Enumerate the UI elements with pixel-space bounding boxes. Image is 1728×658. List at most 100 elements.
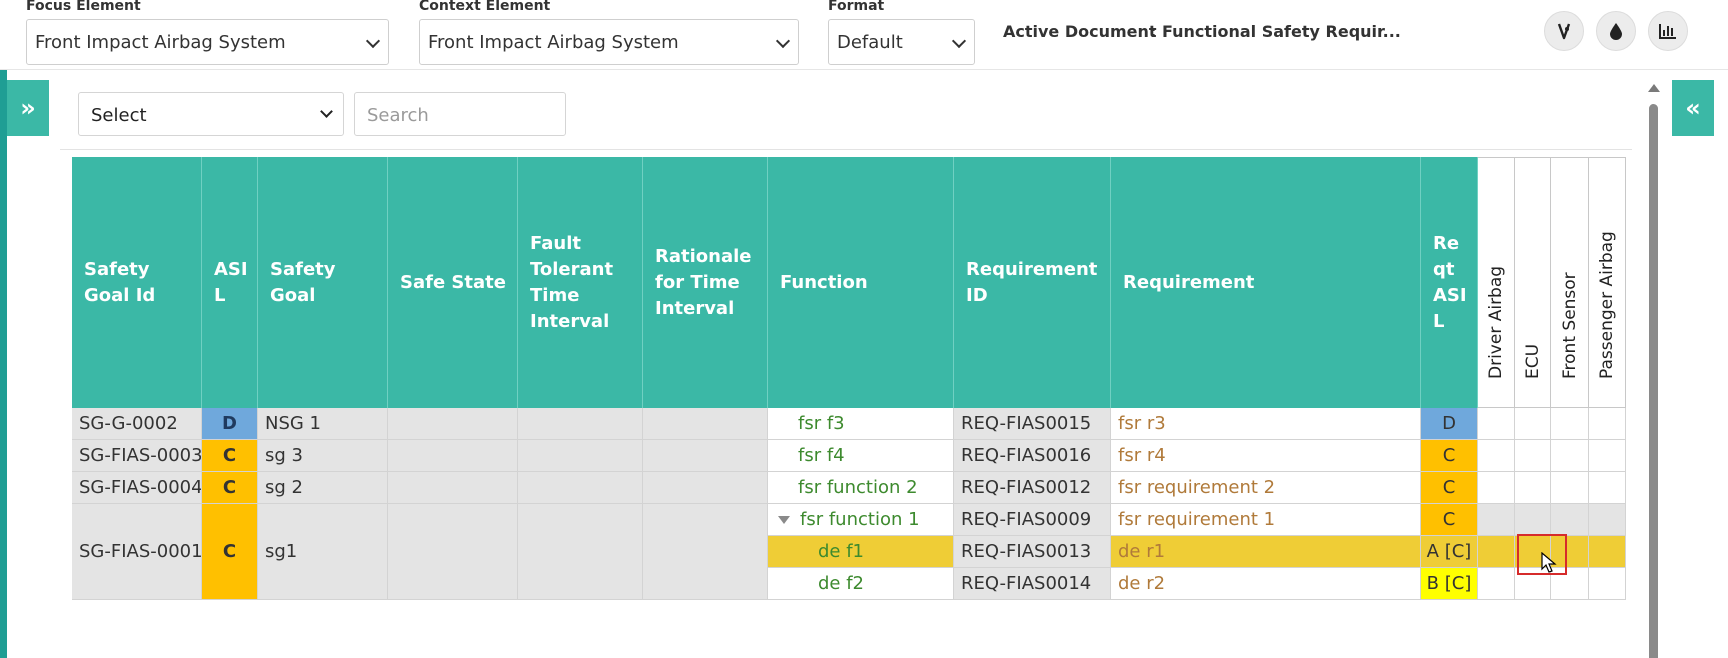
allocation-cell-front-sensor[interactable]	[1551, 440, 1589, 472]
table-cell-requirement-id[interactable]: REQ-FIAS0016	[954, 440, 1111, 472]
collapse-triangle-icon[interactable]	[778, 515, 790, 524]
table-cell-safety-goal[interactable]: sg 3	[258, 440, 388, 472]
table-cell-safety-goal-id[interactable]: SG-FIAS-0001	[72, 504, 202, 600]
table-cell-reqt-asil[interactable]: C	[1421, 440, 1478, 472]
table-cell-asil[interactable]: C	[202, 440, 258, 472]
table-cell-reqt-asil[interactable]: C	[1421, 472, 1478, 504]
table-cell-ftti[interactable]	[518, 408, 643, 440]
table-cell-requirement[interactable]: fsr requirement 2	[1111, 472, 1421, 504]
table-cell-safe-state[interactable]	[388, 472, 518, 504]
table-cell-requirement[interactable]: fsr r4	[1111, 440, 1421, 472]
allocation-cell-passenger-airbag[interactable]	[1589, 408, 1626, 440]
table-cell-requirement[interactable]: fsr requirement 1	[1111, 504, 1421, 536]
allocation-cell-passenger-airbag[interactable]	[1589, 472, 1626, 504]
allocation-cell-driver-airbag[interactable]	[1478, 408, 1515, 440]
table-cell-requirement-id[interactable]: REQ-FIAS0012	[954, 472, 1111, 504]
header-passenger-airbag[interactable]: Passenger Airbag	[1589, 157, 1626, 408]
context-element-select[interactable]: Front Impact Airbag System	[419, 19, 799, 65]
allocation-cell-front-sensor[interactable]	[1551, 472, 1589, 504]
search-input[interactable]: Search	[354, 92, 566, 136]
allocation-cell-front-sensor[interactable]	[1551, 504, 1589, 536]
table-cell-function[interactable]: de f2	[768, 568, 954, 600]
table-cell-safety-goal[interactable]: sg 2	[258, 472, 388, 504]
double-chevron-left-icon: «	[1685, 94, 1701, 122]
chevron-down-icon	[951, 33, 967, 49]
table-cell-requirement-id[interactable]: REQ-FIAS0013	[954, 536, 1111, 568]
table-cell-function[interactable]: fsr function 2	[768, 472, 954, 504]
allocation-cell-driver-airbag[interactable]	[1478, 440, 1515, 472]
drop-button[interactable]	[1596, 11, 1636, 51]
table-cell-asil[interactable]: D	[202, 408, 258, 440]
table-cell-reqt-asil[interactable]: D	[1421, 408, 1478, 440]
table-cell-reqt-asil[interactable]: B [C]	[1421, 568, 1478, 600]
header-safety-goal-id[interactable]: Safety Goal Id	[72, 157, 202, 408]
table-cell-safe-state[interactable]	[388, 504, 518, 600]
filter-select[interactable]: Select	[78, 92, 344, 136]
table-cell-asil[interactable]: C	[202, 504, 258, 600]
table-cell-safe-state[interactable]	[388, 408, 518, 440]
table-cell-rationale[interactable]	[643, 472, 768, 504]
table-cell-requirement-id[interactable]: REQ-FIAS0015	[954, 408, 1111, 440]
header-reqt-asil[interactable]: Re qt ASI L	[1421, 157, 1478, 408]
chevron-down-icon	[775, 33, 791, 49]
allocation-cell-driver-airbag[interactable]	[1478, 504, 1515, 536]
table-cell-reqt-asil[interactable]: C	[1421, 504, 1478, 536]
table-cell-safety-goal-id[interactable]: SG-FIAS-0003	[72, 440, 202, 472]
table-cell-requirement[interactable]: de r1	[1111, 536, 1421, 568]
table-cell-ftti[interactable]	[518, 504, 643, 600]
expand-right-panel-button[interactable]: «	[1672, 80, 1714, 136]
scroll-up-arrow-icon[interactable]	[1648, 84, 1660, 92]
allocation-cell-ecu[interactable]	[1515, 504, 1551, 536]
allocation-cell-driver-airbag[interactable]	[1478, 472, 1515, 504]
header-safety-goal[interactable]: Safety Goal	[258, 157, 388, 408]
network-button[interactable]	[1544, 11, 1584, 51]
header-ecu[interactable]: ECU	[1515, 157, 1551, 408]
header-rationale[interactable]: Rationale for Time Interval	[643, 157, 768, 408]
allocation-cell-front-sensor[interactable]	[1551, 408, 1589, 440]
header-front-sensor[interactable]: Front Sensor	[1551, 157, 1589, 408]
table-cell-function[interactable]: fsr function 1	[768, 504, 954, 536]
table-cell-safety-goal[interactable]: sg1	[258, 504, 388, 600]
table-cell-requirement[interactable]: fsr r3	[1111, 408, 1421, 440]
table-cell-requirement-id[interactable]: REQ-FIAS0009	[954, 504, 1111, 536]
table-cell-safety-goal[interactable]: NSG 1	[258, 408, 388, 440]
table-cell-safety-goal-id[interactable]: SG-FIAS-0004	[72, 472, 202, 504]
table-cell-rationale[interactable]	[643, 440, 768, 472]
allocation-cell-ecu[interactable]	[1515, 408, 1551, 440]
table-cell-function[interactable]: fsr f4	[768, 440, 954, 472]
allocation-cell-passenger-airbag[interactable]	[1589, 504, 1626, 536]
chart-button[interactable]	[1648, 11, 1688, 51]
table-cell-rationale[interactable]	[643, 408, 768, 440]
header-requirement-id[interactable]: Requirement ID	[954, 157, 1111, 408]
header-ftti[interactable]: Fault Tolerant Time Interval	[518, 157, 643, 408]
allocation-cell-ecu[interactable]	[1515, 472, 1551, 504]
scrollbar-thumb[interactable]	[1649, 104, 1658, 658]
table-cell-rationale[interactable]	[643, 504, 768, 600]
table-cell-safe-state[interactable]	[388, 440, 518, 472]
allocation-cell-passenger-airbag[interactable]	[1589, 536, 1626, 568]
table-cell-function[interactable]: fsr f3	[768, 408, 954, 440]
header-driver-airbag[interactable]: Driver Airbag	[1478, 157, 1515, 408]
table-cell-requirement-id[interactable]: REQ-FIAS0014	[954, 568, 1111, 600]
table-cell-function[interactable]: de f1	[768, 536, 954, 568]
allocation-cell-driver-airbag[interactable]	[1478, 568, 1515, 600]
table-cell-asil[interactable]: C	[202, 472, 258, 504]
allocation-cell-passenger-airbag[interactable]	[1589, 568, 1626, 600]
table-cell-reqt-asil[interactable]: A [C]	[1421, 536, 1478, 568]
header-asil[interactable]: ASI L	[202, 157, 258, 408]
focus-element-select[interactable]: Front Impact Airbag System	[26, 19, 389, 65]
header-safe-state[interactable]: Safe State	[388, 157, 518, 408]
table-cell-ftti[interactable]	[518, 472, 643, 504]
header-requirement[interactable]: Requirement	[1111, 157, 1421, 408]
header-function[interactable]: Function	[768, 157, 954, 408]
allocation-cell-driver-airbag[interactable]	[1478, 536, 1515, 568]
expand-left-panel-button[interactable]: »	[7, 80, 49, 136]
table-cell-ftti[interactable]	[518, 440, 643, 472]
table-cell-safety-goal-id[interactable]: SG-G-0002	[72, 408, 202, 440]
top-toolbar: Focus Element Front Impact Airbag System…	[0, 0, 1728, 70]
allocation-cell-passenger-airbag[interactable]	[1589, 440, 1626, 472]
format-select[interactable]: Default	[828, 19, 975, 65]
table-cell-requirement[interactable]: de r2	[1111, 568, 1421, 600]
allocation-cell-ecu[interactable]	[1515, 440, 1551, 472]
vertical-scrollbar[interactable]	[1648, 84, 1660, 658]
